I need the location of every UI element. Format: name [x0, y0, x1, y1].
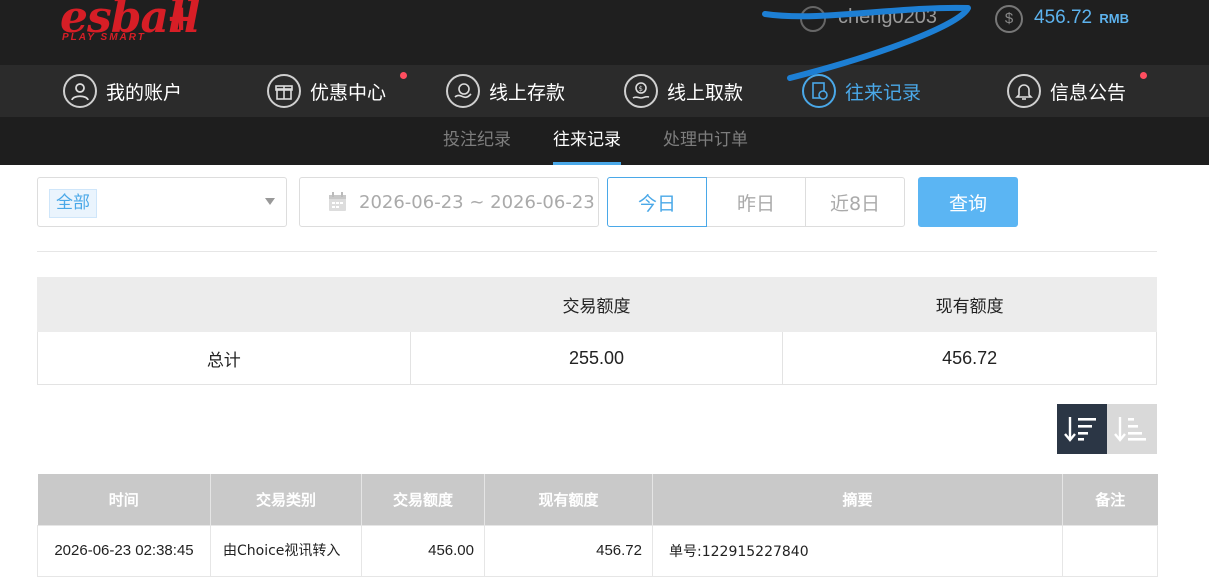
cell-memo: 单号:122915227840 [652, 524, 1063, 577]
date-range-picker[interactable]: 2026-06-23 ~ 2026-06-23 [299, 177, 599, 227]
cell-amount: 456.00 [361, 524, 485, 577]
summary-header-transaction: 交易额度 [409, 277, 784, 332]
nav-label: 我的账户 [106, 81, 183, 104]
username[interactable]: cheng0203 [838, 6, 937, 29]
column-header-category[interactable]: 交易类别 [210, 474, 362, 525]
cell-remark [1062, 524, 1158, 577]
table-header-row: 时间 交易类别 交易额度 现有额度 摘要 备注 [37, 474, 1158, 525]
cell-time: 2026-06-23 02:38:45 [37, 524, 211, 577]
summary-current-amount: 456.72 [782, 331, 1157, 385]
sort-descending-button[interactable] [1057, 404, 1107, 454]
column-header-remark[interactable]: 备注 [1062, 474, 1158, 525]
records-icon [802, 74, 836, 108]
column-header-time[interactable]: 时间 [37, 474, 211, 525]
nav-label: 线上存款 [489, 81, 566, 104]
nav-promotions[interactable]: 优惠中心 [267, 65, 386, 117]
tab-bet-records[interactable]: 投注纪录 [443, 117, 511, 165]
withdraw-icon: $ [624, 74, 658, 108]
divider [37, 251, 1157, 252]
summary-total-label: 总计 [37, 331, 411, 385]
query-button[interactable]: 查询 [918, 177, 1018, 227]
summary-header-row: 交易额度 现有额度 [37, 277, 1157, 332]
nav-announcements[interactable]: 信息公告 [1007, 65, 1126, 117]
range-today-button[interactable]: 今日 [607, 177, 707, 227]
transaction-type-select[interactable]: 全部 [37, 177, 287, 227]
nav-label: 信息公告 [1050, 81, 1127, 104]
account-balance: 456.72 RMB [1034, 7, 1129, 29]
nav-label: 优惠中心 [310, 81, 387, 104]
cell-balance: 456.72 [484, 524, 653, 577]
gift-icon [267, 74, 301, 108]
selected-type-tag[interactable]: 全部 [49, 189, 97, 218]
nav-online-deposit[interactable]: 线上存款 [446, 65, 565, 117]
deposit-icon [446, 74, 480, 108]
sub-nav: 投注纪录 往来记录 处理中订单 [0, 117, 1209, 165]
column-header-balance[interactable]: 现有额度 [484, 474, 653, 525]
cell-category: 由Choice视讯转入 [210, 524, 362, 577]
tab-transaction-records[interactable]: 往来记录 [553, 117, 621, 165]
range-yesterday-button[interactable]: 昨日 [706, 177, 806, 227]
nav-label: 往来记录 [845, 81, 922, 104]
nav-my-account[interactable]: 我的账户 [63, 65, 182, 117]
nav-label: 线上取款 [667, 81, 744, 104]
svg-text:$: $ [639, 85, 643, 93]
nav-online-withdraw[interactable]: $ 线上取款 [624, 65, 743, 117]
column-header-memo[interactable]: 摘要 [652, 474, 1063, 525]
range-last-8-days-button[interactable]: 近8日 [805, 177, 905, 227]
summary-total-row: 总计 255.00 456.72 [37, 331, 1157, 385]
summary-transaction-amount: 255.00 [409, 331, 784, 385]
table-row[interactable]: 2026-06-23 02:38:45 由Choice视讯转入 456.00 4… [37, 524, 1158, 577]
logo-tagline: PLAY SMART [62, 32, 146, 43]
date-range-value: 2026-06-23 ~ 2026-06-23 [359, 191, 595, 213]
nav-transaction-records[interactable]: 往来记录 [802, 65, 921, 117]
summary-header-blank [37, 277, 411, 332]
quick-range-group: 今日 昨日 近8日 [607, 177, 905, 227]
summary-header-current: 现有额度 [782, 277, 1157, 332]
user-icon [63, 74, 97, 108]
sort-ascending-button[interactable] [1107, 404, 1157, 454]
balance-currency: RMB [1099, 11, 1130, 26]
notification-dot [1140, 72, 1147, 79]
calendar-icon [328, 192, 347, 212]
sort-descending-icon [1064, 417, 1096, 442]
summary-table: 交易额度 现有额度 总计 255.00 456.72 [37, 277, 1157, 385]
column-header-amount[interactable]: 交易额度 [361, 474, 485, 525]
bell-icon [1007, 74, 1041, 108]
top-header: esball + PLAY SMART cheng0203 $ 456.72 R… [0, 0, 1209, 65]
tab-pending-orders[interactable]: 处理中订单 [663, 117, 748, 165]
transaction-records-table: 时间 交易类别 交易额度 现有额度 摘要 备注 2026-06-23 02:38… [37, 474, 1158, 577]
notification-dot [400, 72, 407, 79]
coin-icon: $ [995, 5, 1023, 33]
chevron-down-icon[interactable] [265, 198, 275, 205]
main-nav: 我的账户 优惠中心 线上存款 $ 线上取款 往来记录 信息公告 [0, 65, 1209, 117]
logo-plus: + [166, 0, 197, 39]
user-avatar-icon [800, 6, 826, 32]
balance-amount: 456.72 [1034, 7, 1093, 28]
sort-ascending-icon [1114, 417, 1146, 442]
